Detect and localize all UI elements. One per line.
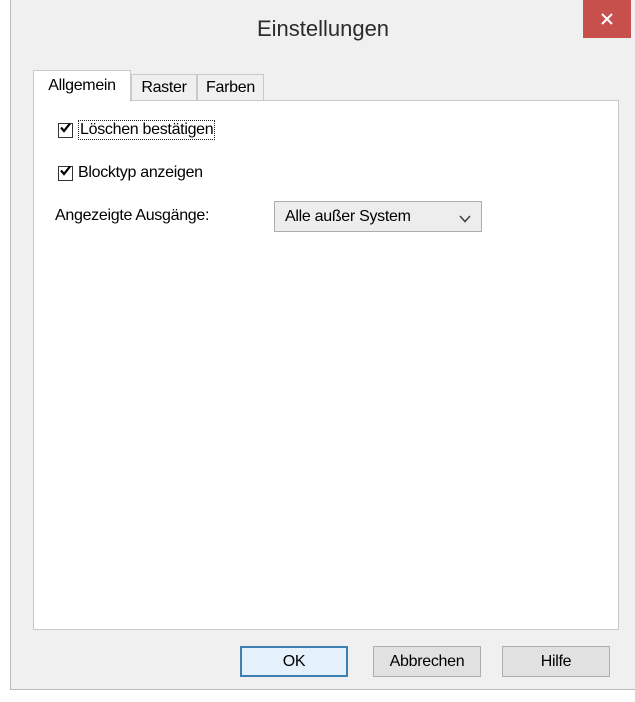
close-icon <box>600 12 614 26</box>
cancel-button[interactable]: Abbrechen <box>373 646 481 677</box>
dialog-title: Einstellungen <box>256 16 390 41</box>
checkmark-icon <box>59 121 72 139</box>
tab-panel-allgemein: Löschen bestätigen Blocktyp anzeigen Ang… <box>33 100 619 630</box>
title-bar: Einstellungen <box>11 0 635 62</box>
ok-button[interactable]: OK <box>240 646 348 677</box>
show-block-type-label: Blocktyp anzeigen <box>78 164 203 181</box>
show-block-type-checkbox-row[interactable]: Blocktyp anzeigen <box>58 162 203 184</box>
chevron-down-icon <box>459 211 471 229</box>
confirm-delete-checkbox[interactable] <box>58 121 73 139</box>
tab-allgemein[interactable]: Allgemein <box>33 70 131 102</box>
help-button[interactable]: Hilfe <box>502 646 610 677</box>
confirm-delete-checkbox-row[interactable]: Löschen bestätigen <box>58 119 216 141</box>
checkmark-icon <box>59 164 72 182</box>
close-button[interactable] <box>583 0 631 38</box>
displayed-outputs-value: Alle außer System <box>285 207 411 225</box>
settings-dialog: Einstellungen Allgemein Raster Farben Lö… <box>10 0 635 690</box>
show-block-type-checkbox[interactable] <box>58 164 73 182</box>
tab-raster[interactable]: Raster <box>131 74 197 100</box>
displayed-outputs-select[interactable]: Alle außer System <box>274 201 482 232</box>
tab-farben[interactable]: Farben <box>197 74 264 100</box>
displayed-outputs-label: Angezeigte Ausgänge: <box>55 207 210 224</box>
confirm-delete-label: Löschen bestätigen <box>78 120 216 140</box>
